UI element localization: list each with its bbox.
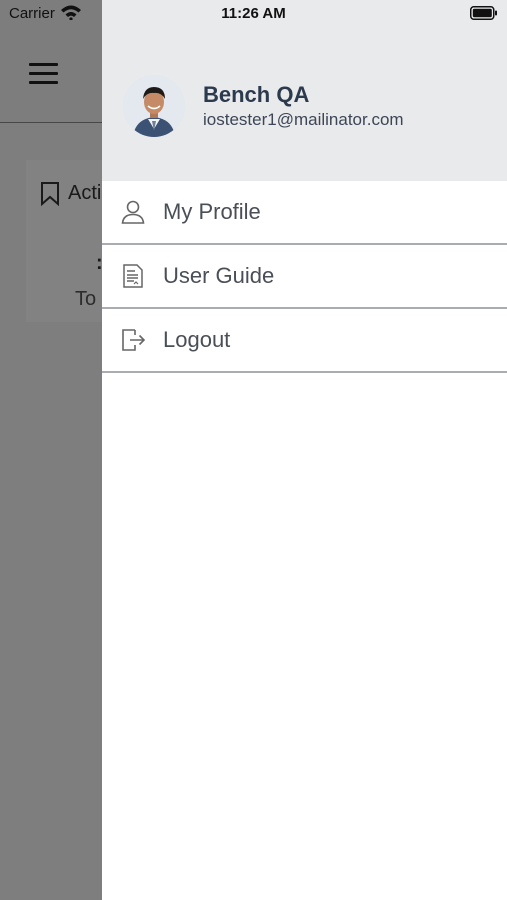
user-photo-icon [123, 75, 185, 137]
menu-label-user-guide: User Guide [163, 263, 275, 288]
user-email: iostester1@mailinator.com [203, 110, 404, 129]
user-name: Bench QA [203, 82, 310, 107]
menu-label-logout: Logout [163, 327, 231, 352]
avatar[interactable] [123, 75, 185, 137]
menu-item-user-guide[interactable]: User Guide [102, 245, 507, 309]
menu-label-my-profile: My Profile [163, 199, 261, 224]
battery-icon [470, 6, 497, 20]
status-bar: Carrier 11:26 AM [0, 0, 507, 28]
app-screen: Acti : To Carrier 11:26 AM Bench QA iost… [0, 0, 507, 900]
menu-item-logout[interactable]: Logout [102, 309, 507, 373]
drawer-menu: My Profile User Guide Logout [102, 181, 507, 373]
logout-icon [122, 329, 146, 351]
clock-time: 11:26 AM [221, 5, 286, 22]
menu-item-my-profile[interactable]: My Profile [102, 181, 507, 245]
person-icon [121, 200, 145, 224]
document-icon [123, 264, 143, 288]
side-drawer: Bench QA iostester1@mailinator.com My Pr… [102, 0, 507, 900]
